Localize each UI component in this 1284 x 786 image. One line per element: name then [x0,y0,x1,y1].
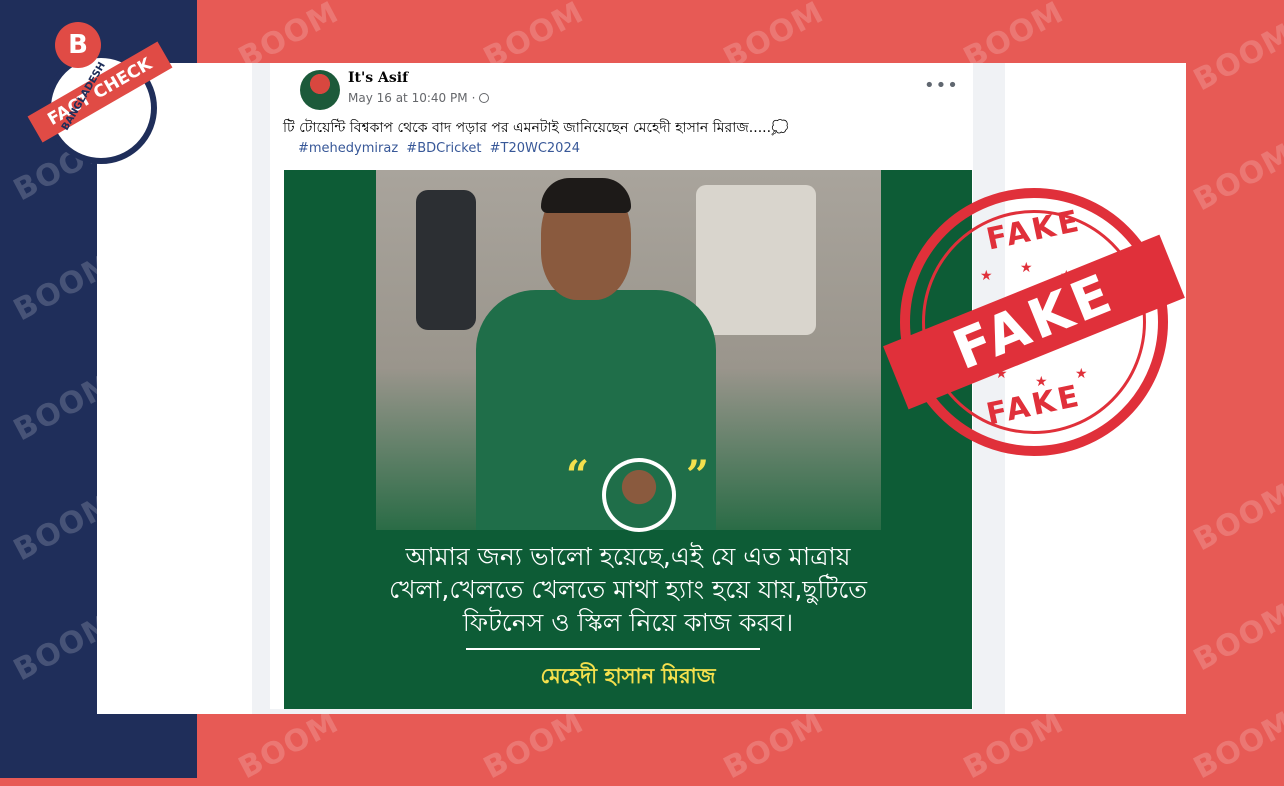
cricket-pads [696,185,816,335]
open-quote-icon: “ [566,452,590,499]
post-author-name[interactable]: It's Asif [348,70,408,86]
boom-watermark: BOOM [1188,136,1284,219]
fake-stamp: FAKE ★ ★ ★ FAKE ★ ★ ★ FAKE [883,188,1185,456]
post-timestamp[interactable]: May 16 at 10:40 PM [348,91,468,105]
star-icon: ★ [980,268,993,284]
player-hair [541,178,631,213]
quote-author: মেহেদী হাসান মিরাজ [540,664,716,688]
quote-avatar [602,458,676,532]
player-jersey [476,290,716,530]
boom-watermark: BOOM [1188,16,1284,99]
boom-watermark: BOOM [718,704,830,786]
boom-watermark: BOOM [1188,476,1284,559]
globe-icon [479,93,490,103]
kit-bag [416,190,476,330]
quote-divider [466,648,760,650]
boom-watermark: BOOM [958,704,1070,786]
meta-separator: · [471,91,476,105]
more-options-icon[interactable]: ••• [924,75,959,96]
author-avatar[interactable] [300,70,340,110]
post-image[interactable]: “ ” আমার জন্য ভালো হয়েছে,এই যে এত মাত্র… [284,170,972,709]
star-icon: ★ [1020,260,1033,276]
boom-watermark: BOOM [478,704,590,786]
post-caption: টি টোয়েন্টি বিশ্বকাপ থেকে বাদ পড়ার পর … [283,120,789,136]
quote-line: আমার জন্য ভালো হয়েছে,এই যে এত মাত্রায় [405,542,851,571]
post-hashtags: #mehedymiraz #BDCricket #T20WC2024 [298,141,584,156]
close-quote-icon: ” [686,452,710,499]
boom-watermark: BOOM [1188,704,1284,786]
hashtag-link[interactable]: #BDCricket [406,141,481,156]
hashtag-link[interactable]: #T20WC2024 [490,141,580,156]
hashtag-link[interactable]: #mehedymiraz [298,141,398,156]
boom-watermark: BOOM [233,704,345,786]
fact-check-badge: B FACT CHECK BANGLADESH [25,22,175,164]
quote-text: আমার জন্য ভালো হয়েছে,এই যে এত মাত্রায় … [284,540,972,639]
post-meta: May 16 at 10:40 PM · [348,91,490,105]
quote-line: খেলা,খেলতে খেলতে মাথা হ্যাং হয়ে যায়,ছু… [388,575,868,604]
boom-watermark: BOOM [1188,596,1284,679]
star-icon: ★ [995,366,1008,382]
quote-line: ফিটনেস ও স্কিল নিয়ে কাজ করব। [462,608,794,637]
boom-logo-icon: B [55,22,101,68]
